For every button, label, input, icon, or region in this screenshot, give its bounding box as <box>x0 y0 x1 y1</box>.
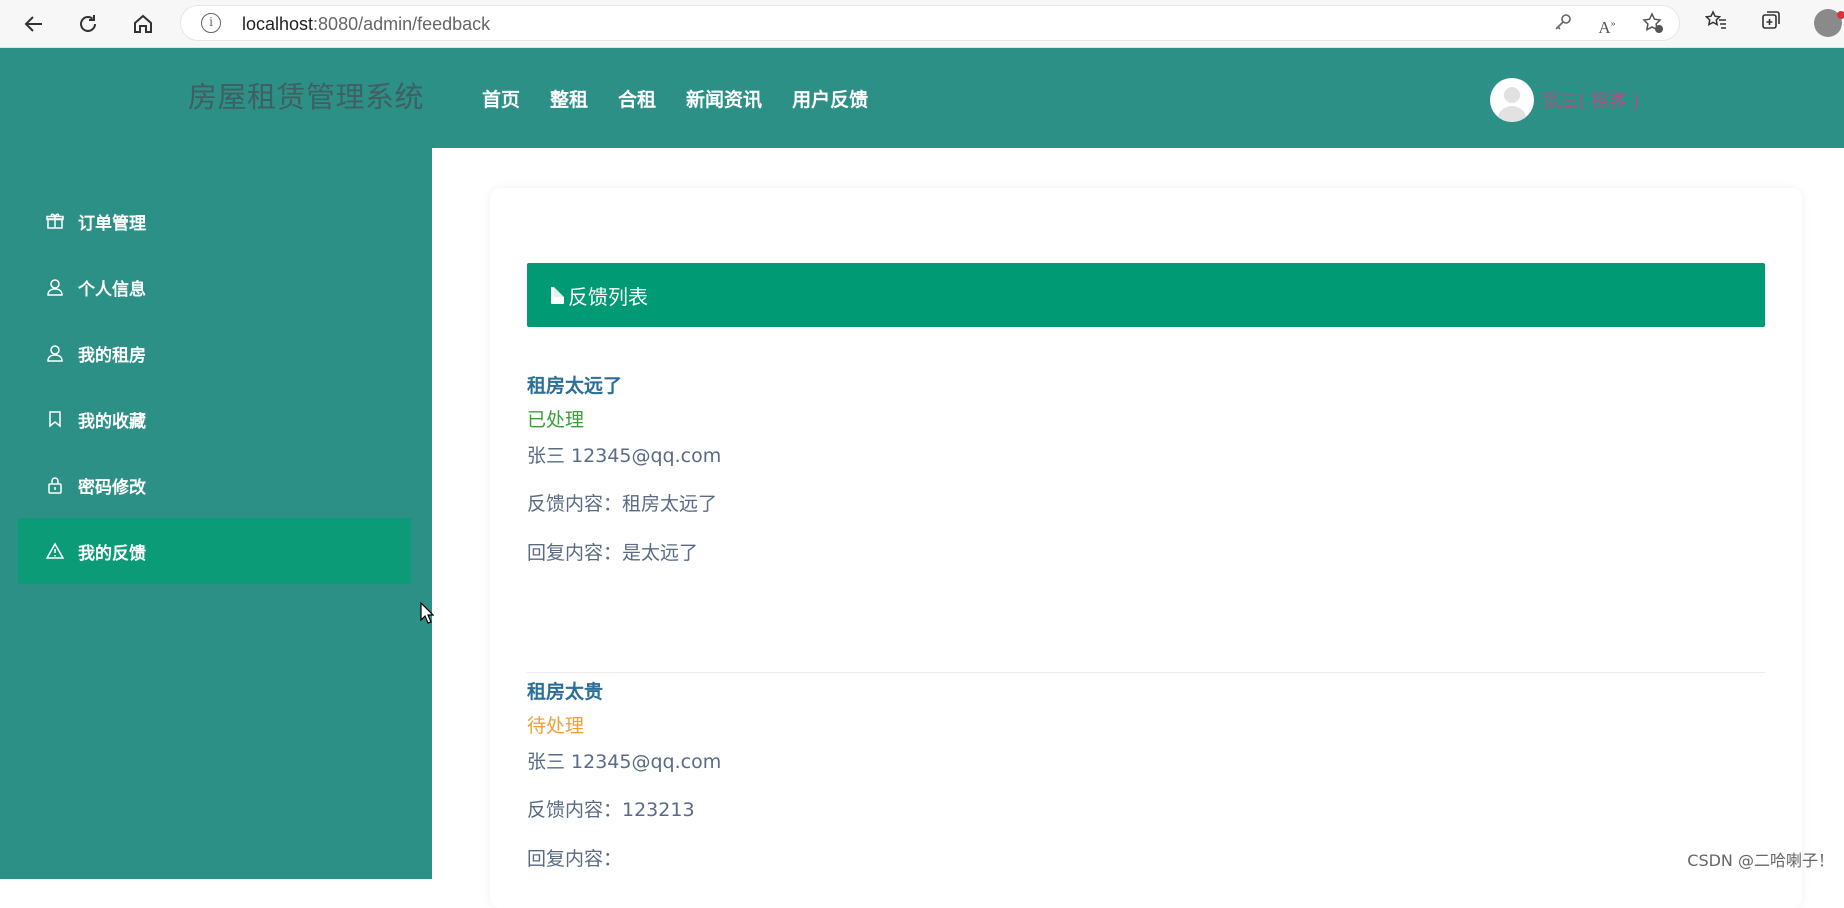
feedback-status: 已处理 <box>527 409 585 431</box>
key-icon[interactable] <box>1551 12 1575 36</box>
sidebar-item-label: 我的租房 <box>78 345 146 366</box>
feedback-list-header: 反馈列表 <box>527 263 1765 327</box>
feedback-content: 反馈内容：租房太远了 <box>527 493 718 515</box>
user-name[interactable]: 张三( 租客 ) <box>1542 87 1640 113</box>
sidebar-item-password[interactable]: 密码修改 <box>18 452 411 518</box>
home-icon[interactable] <box>127 8 159 40</box>
warning-icon <box>46 542 64 560</box>
feedback-card: 反馈列表 租房太远了 已处理 张三 12345@qq.com 反馈内容：租房太远… <box>490 188 1802 908</box>
gift-icon <box>46 212 64 230</box>
feedback-item: 租房太远了 已处理 张三 12345@qq.com 反馈内容：租房太远了 回复内… <box>527 371 1765 565</box>
sidebar-item-profile[interactable]: 个人信息 <box>18 254 411 320</box>
avatar[interactable] <box>1490 78 1534 122</box>
feedback-user: 张三 12345@qq.com <box>527 751 722 773</box>
sidebar-item-label: 我的反馈 <box>78 543 146 564</box>
bookmark-icon <box>46 410 64 428</box>
mouse-cursor-icon <box>420 602 434 624</box>
notification-dot <box>1837 11 1844 19</box>
collections-icon[interactable] <box>1755 8 1787 40</box>
nav-home[interactable]: 首页 <box>482 85 520 112</box>
feedback-list-title: 反馈列表 <box>568 284 648 309</box>
site-header: 房屋租赁管理系统 首页 整租 合租 新闻资讯 用户反馈 张三( 租客 ) <box>0 48 1844 148</box>
url-text[interactable]: localhost:8080/admin/feedback <box>242 14 490 35</box>
top-nav: 首页 整租 合租 新闻资讯 用户反馈 <box>482 85 898 112</box>
favorites-icon[interactable] <box>1700 8 1732 40</box>
nav-feedback[interactable]: 用户反馈 <box>792 85 868 112</box>
url-host: localhost <box>242 14 314 34</box>
feedback-title[interactable]: 租房太贵 <box>527 677 1765 711</box>
user-menu[interactable]: 张三( 租客 ) <box>1490 78 1640 122</box>
brand-title[interactable]: 房屋租赁管理系统 <box>188 74 424 116</box>
user-icon <box>46 344 64 362</box>
file-icon <box>551 286 564 304</box>
watermark: CSDN @二哈喇子！ <box>1687 851 1834 870</box>
feedback-reply: 回复内容： <box>527 848 623 870</box>
address-bar[interactable]: i localhost:8080/admin/feedback A» <box>180 5 1680 41</box>
sidebar-item-label: 个人信息 <box>78 279 146 300</box>
sidebar-item-label: 订单管理 <box>78 213 146 234</box>
feedback-item: 租房太贵 待处理 张三 12345@qq.com 反馈内容：123213 回复内… <box>527 677 1765 871</box>
feedback-user: 张三 12345@qq.com <box>527 445 722 467</box>
sidebar: 订单管理 个人信息 我的租房 我的收藏 密码修改 我的反馈 <box>0 148 432 879</box>
nav-shared-rent[interactable]: 合租 <box>618 85 656 112</box>
read-aloud-icon[interactable]: A» <box>1595 12 1619 37</box>
sidebar-item-my-rentals[interactable]: 我的租房 <box>18 320 411 386</box>
profile-icon[interactable] <box>1814 9 1844 37</box>
feedback-content: 反馈内容：123213 <box>527 799 695 821</box>
feedback-reply: 回复内容：是太远了 <box>527 542 699 564</box>
sidebar-item-orders[interactable]: 订单管理 <box>18 188 411 254</box>
main-content: 反馈列表 租房太远了 已处理 张三 12345@qq.com 反馈内容：租房太远… <box>432 148 1844 908</box>
back-arrow-icon[interactable] <box>18 8 50 40</box>
url-path: :8080/admin/feedback <box>313 14 491 34</box>
sidebar-menu: 订单管理 个人信息 我的租房 我的收藏 密码修改 我的反馈 <box>18 188 411 584</box>
nav-news[interactable]: 新闻资讯 <box>686 85 762 112</box>
divider <box>527 672 1765 673</box>
feedback-status: 待处理 <box>527 715 585 737</box>
sidebar-item-label: 密码修改 <box>78 477 146 498</box>
lock-icon <box>46 476 64 494</box>
add-favorite-icon[interactable] <box>1641 12 1665 36</box>
info-icon[interactable]: i <box>201 13 221 33</box>
sidebar-item-label: 我的收藏 <box>78 411 146 432</box>
user-icon <box>46 278 64 296</box>
nav-whole-rent[interactable]: 整租 <box>550 85 588 112</box>
feedback-title[interactable]: 租房太远了 <box>527 371 1765 405</box>
sidebar-item-favorites[interactable]: 我的收藏 <box>18 386 411 452</box>
sidebar-item-my-feedback[interactable]: 我的反馈 <box>18 518 411 584</box>
reload-icon[interactable] <box>72 8 104 40</box>
browser-toolbar: i localhost:8080/admin/feedback A» <box>0 0 1844 48</box>
